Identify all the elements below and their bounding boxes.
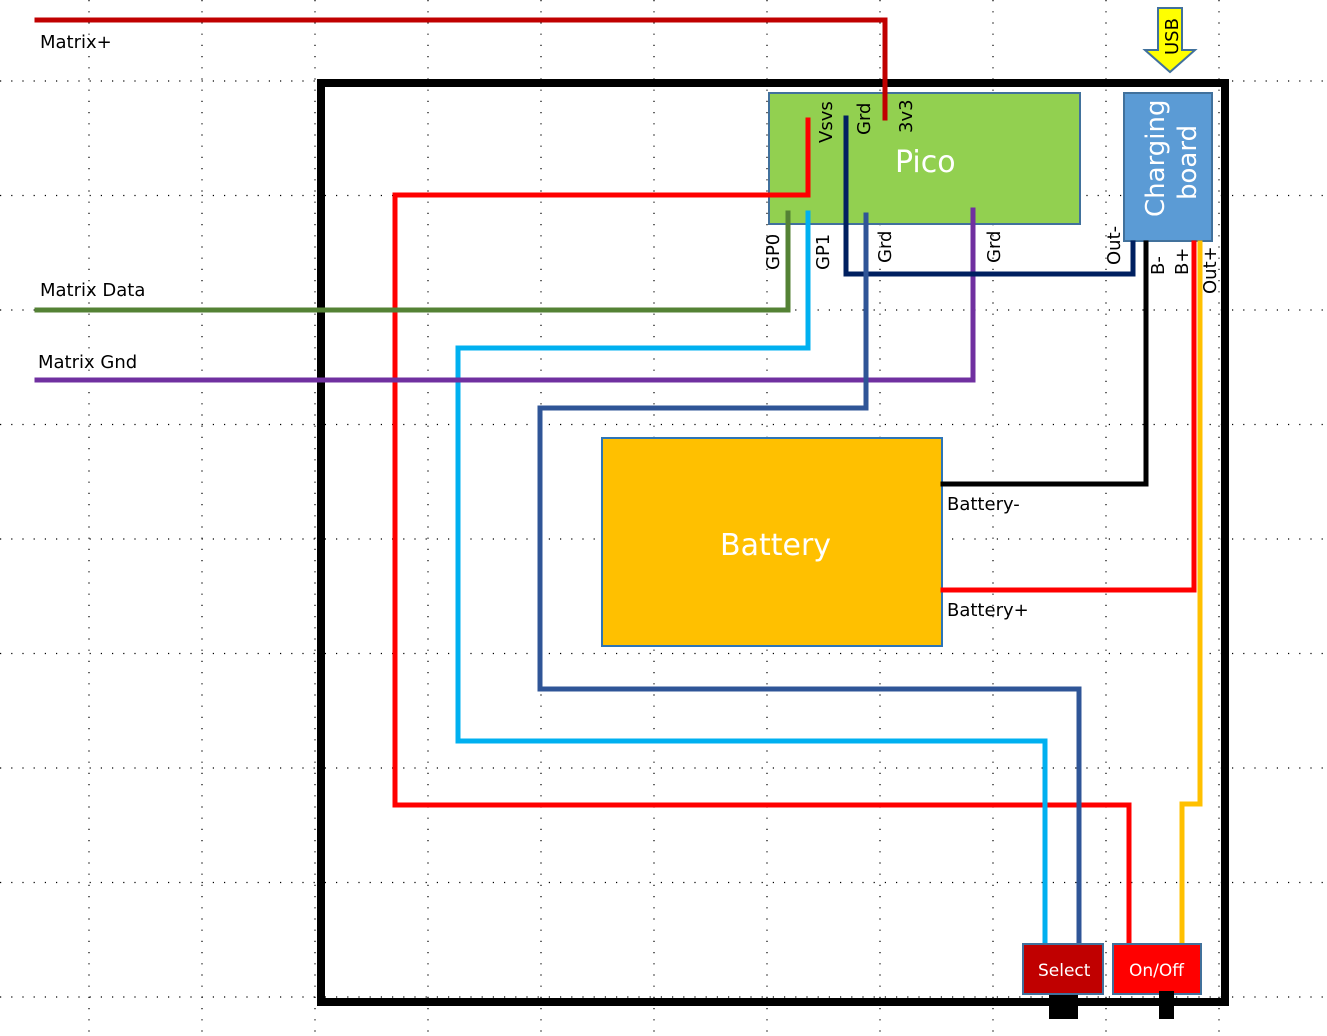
label-battery-neg: Battery- [947,494,1020,515]
pin-label-vsys: Vsvs [816,101,837,143]
onoff-button[interactable]: On/Off [1112,943,1202,1019]
pin-label-b-plus: B+ [1172,248,1193,275]
pico-title: Pico [895,145,956,180]
pin-label-gp1: GP1 [813,234,834,270]
select-button-label: Select [1038,961,1091,981]
wiring-diagram: Pico Charging board USB Battery Vsvs Grd… [0,0,1327,1036]
wire-matrix-plus [34,17,888,121]
wire-matrix-data [34,210,791,313]
wire-out-plus [1179,240,1203,948]
label-matrix-plus: Matrix+ [40,32,112,53]
charging-board-title-1: Charging [1141,99,1171,217]
usb-label: USB [1162,18,1183,55]
wire-battery-pos [940,240,1197,593]
pin-label-out-plus: Out+ [1200,246,1221,294]
select-button[interactable]: Select [1022,943,1104,1019]
label-matrix-gnd: Matrix Gnd [38,352,137,373]
select-button-mount [1049,995,1078,1019]
onoff-button-mount [1159,991,1174,1019]
label-matrix-data: Matrix Data [40,280,145,301]
pin-label-out-minus: Out- [1104,226,1125,265]
pin-label-3v3: 3v3 [896,99,917,133]
pin-label-grd-right: Grd [984,231,1005,263]
pin-label-gp0: GP0 [763,234,784,270]
charging-board-title-2: board [1173,125,1203,200]
onoff-button-label: On/Off [1129,961,1185,981]
label-battery-pos: Battery+ [947,600,1029,621]
battery-title: Battery [720,528,831,563]
pin-label-grd-top: Grd [854,103,875,135]
pin-label-b-minus: B- [1148,256,1169,275]
pin-label-grd-mid: Grd [875,231,896,263]
